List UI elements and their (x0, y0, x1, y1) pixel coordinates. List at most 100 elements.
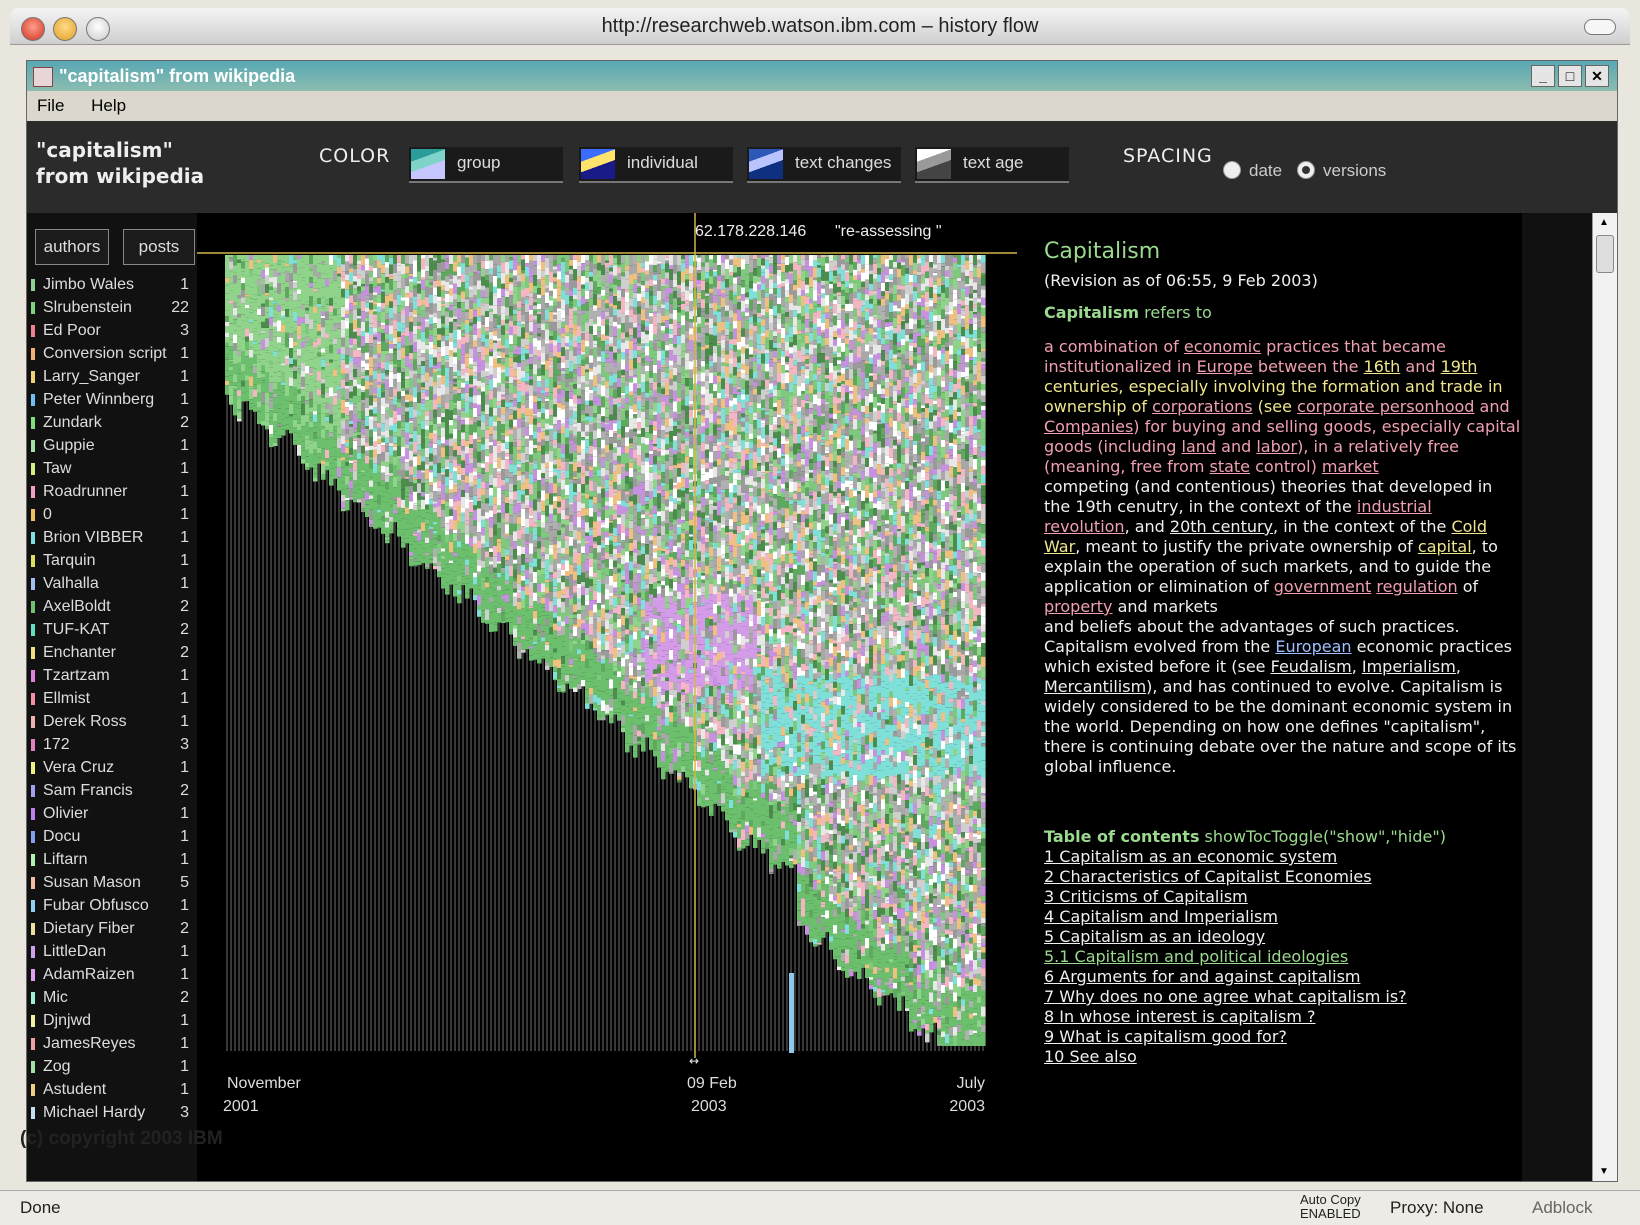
author-row[interactable]: Zundark2 (31, 411, 191, 434)
flow-band (349, 489, 354, 497)
flow-band (597, 522, 602, 526)
color-text-age-button[interactable]: text age (915, 147, 1069, 183)
flow-band (281, 267, 286, 273)
flow-band (509, 273, 514, 278)
author-row[interactable]: Susan Mason5 (31, 871, 191, 894)
flow-band (557, 470, 562, 478)
author-row[interactable]: Ed Poor3 (31, 319, 191, 342)
spacing-versions-radio[interactable]: versions (1297, 161, 1386, 181)
flow-band (441, 468, 446, 472)
flow-band (533, 414, 538, 416)
author-row[interactable]: Taw1 (31, 457, 191, 480)
menu-file[interactable]: File (37, 96, 64, 115)
author-row[interactable]: TUF-KAT2 (31, 618, 191, 641)
flow-band (385, 325, 390, 334)
flow-band (361, 446, 366, 454)
color-text-changes-button[interactable]: text changes (747, 147, 901, 183)
author-row[interactable]: Astudent1 (31, 1078, 191, 1101)
author-row[interactable]: LittleDan1 (31, 940, 191, 963)
flow-band (557, 569, 562, 571)
flow-band (537, 624, 542, 632)
spacing-date-radio[interactable]: date (1223, 161, 1282, 181)
flow-band (549, 655, 554, 658)
author-row[interactable]: Valhalla1 (31, 572, 191, 595)
flow-band (381, 333, 386, 341)
author-color-marker (31, 279, 35, 291)
author-row[interactable]: Roadrunner1 (31, 480, 191, 503)
flow-band (593, 447, 598, 450)
toolbar-toggle-button[interactable] (1584, 19, 1616, 35)
flow-band (473, 255, 478, 264)
author-row[interactable]: Vera Cruz1 (31, 756, 191, 779)
author-row[interactable]: Enchanter2 (31, 641, 191, 664)
minimize-icon[interactable]: _ (1531, 65, 1555, 87)
flow-band (573, 496, 578, 503)
author-row[interactable]: Zog1 (31, 1055, 191, 1078)
author-row[interactable]: AxelBoldt2 (31, 595, 191, 618)
flow-band (389, 276, 394, 279)
author-row[interactable]: Michael Hardy3 (31, 1101, 191, 1124)
author-row[interactable]: Djnjwd1 (31, 1009, 191, 1032)
author-row[interactable]: 1723 (31, 733, 191, 756)
flow-band (577, 282, 582, 291)
author-row[interactable]: Derek Ross1 (31, 710, 191, 733)
author-row[interactable]: Mic2 (31, 986, 191, 1009)
flow-band (549, 612, 554, 618)
flow-band (393, 349, 398, 351)
maximize-icon[interactable]: □ (1558, 65, 1582, 87)
flow-band (413, 334, 418, 343)
flow-band (329, 345, 334, 353)
author-row[interactable]: Liftarn1 (31, 848, 191, 871)
flow-band (585, 533, 590, 536)
author-row[interactable]: Larry_Sanger1 (31, 365, 191, 388)
flow-band (373, 347, 378, 354)
authors-tab[interactable]: authors (35, 229, 109, 265)
author-row[interactable]: Conversion script1 (31, 342, 191, 365)
author-row[interactable]: Tzartzam1 (31, 664, 191, 687)
color-individual-button[interactable]: individual (579, 147, 733, 183)
author-row[interactable]: Guppie1 (31, 434, 191, 457)
author-row[interactable]: Jimbo Wales1 (31, 273, 191, 296)
flow-band (517, 386, 522, 391)
flow-band (509, 524, 514, 535)
flow-band (581, 573, 586, 582)
flow-band (481, 438, 486, 445)
flow-band (437, 473, 442, 480)
close-icon[interactable]: ✕ (1585, 65, 1609, 87)
author-row[interactable]: Brion VIBBER1 (31, 526, 191, 549)
flow-band (297, 290, 302, 295)
author-row[interactable]: Tarquin1 (31, 549, 191, 572)
flow-band (313, 327, 318, 338)
author-row[interactable]: Olivier1 (31, 802, 191, 825)
flow-band (601, 397, 606, 408)
flow-band (593, 604, 598, 612)
author-row[interactable]: Slrubenstein22 (31, 296, 191, 319)
flow-band (513, 321, 518, 325)
color-group-button[interactable]: group (409, 147, 563, 183)
flow-band (265, 353, 270, 362)
flow-band (389, 293, 394, 301)
flow-band (461, 468, 466, 475)
flow-band (597, 592, 602, 603)
flow-band (493, 408, 498, 416)
author-row[interactable]: Docu1 (31, 825, 191, 848)
author-row[interactable]: Dietary Fiber2 (31, 917, 191, 940)
history-flow-chart[interactable]: 62.178.228.146"re-assessing "↔November20… (197, 213, 1022, 1181)
flow-band (485, 255, 490, 261)
flow-band (517, 326, 522, 337)
flow-band (573, 596, 578, 605)
author-row[interactable]: Fubar Obfusco1 (31, 894, 191, 917)
menu-help[interactable]: Help (91, 96, 126, 115)
author-row[interactable]: JamesReyes1 (31, 1032, 191, 1055)
flow-band (345, 314, 350, 318)
author-row[interactable]: Peter Winnberg1 (31, 388, 191, 411)
author-row[interactable]: 01 (31, 503, 191, 526)
posts-tab[interactable]: posts (123, 229, 195, 265)
author-row[interactable]: Ellmist1 (31, 687, 191, 710)
flow-band (333, 457, 338, 459)
flow-band (557, 370, 562, 375)
author-row[interactable]: AdamRaizen1 (31, 963, 191, 986)
history-flow-svg[interactable]: 62.178.228.146"re-assessing "↔November20… (197, 213, 1022, 1181)
flow-band (465, 282, 470, 289)
author-row[interactable]: Sam Francis2 (31, 779, 191, 802)
